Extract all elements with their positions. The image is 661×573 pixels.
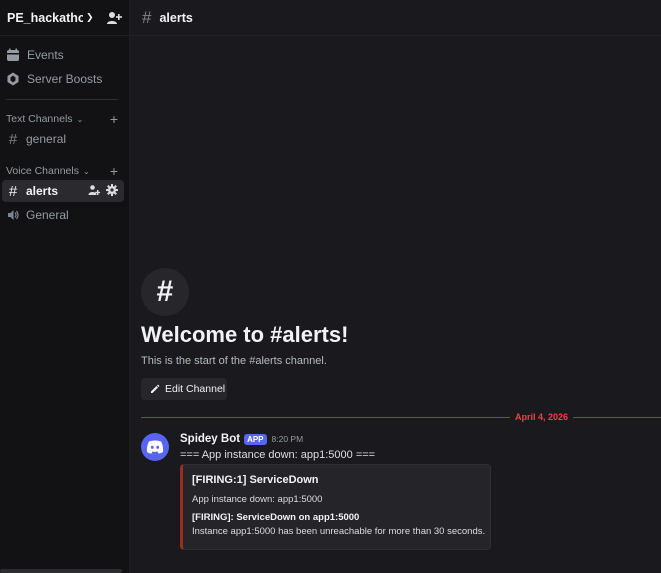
calendar-icon xyxy=(7,48,19,61)
date-divider: April 4, 2026 xyxy=(510,412,574,422)
add-channel-icon[interactable]: + xyxy=(110,163,118,179)
category-text-channels[interactable]: Text Channels ⌄ + xyxy=(6,111,124,127)
sidebar-item-label: Events xyxy=(27,48,64,62)
add-channel-icon[interactable]: + xyxy=(110,111,118,127)
discord-logo-icon xyxy=(146,440,164,454)
category-label: Voice Channels xyxy=(6,165,79,177)
channel-sidebar: PE_hackatho... ❯ Events Server Boosts Te… xyxy=(0,0,130,573)
channel-header: # alerts xyxy=(130,0,661,36)
hash-icon: # xyxy=(8,182,18,200)
chevron-down-icon: ⌄ xyxy=(82,166,90,176)
avatar[interactable] xyxy=(141,433,169,461)
message-timestamp: 8:20 PM xyxy=(271,434,304,444)
server-name: PE_hackatho... xyxy=(7,10,83,25)
invite-icon[interactable] xyxy=(88,184,100,196)
pencil-icon xyxy=(151,384,160,393)
message-header: Spidey Bot APP 8:20 PM xyxy=(180,433,303,445)
server-header[interactable]: PE_hackatho... ❯ xyxy=(0,0,130,36)
embed-description: App instance down: app1:5000 xyxy=(192,494,323,505)
category-label: Text Channels xyxy=(6,113,73,125)
chevron-down-icon: ⌄ xyxy=(76,114,84,124)
welcome-subtitle: This is the start of the #alerts channel… xyxy=(141,355,327,367)
welcome-title: Welcome to #alerts! xyxy=(141,322,349,347)
gear-icon[interactable] xyxy=(106,184,118,196)
embed-title: [FIRING:1] ServiceDown xyxy=(192,474,319,486)
message-embed: [FIRING:1] ServiceDown App instance down… xyxy=(180,464,491,550)
message-text: === App instance down: app1:5000 === xyxy=(180,449,376,461)
add-member-icon[interactable] xyxy=(106,10,122,26)
embed-field-title: [FIRING]: ServiceDown on app1:5000 xyxy=(192,512,360,523)
channel-title: alerts xyxy=(159,10,193,25)
speaker-icon xyxy=(8,210,19,220)
embed-field-text: Instance app1:5000 has been unreachable … xyxy=(192,526,486,537)
chevron-down-icon: ❯ xyxy=(86,12,94,22)
boost-icon xyxy=(7,72,19,86)
date-divider-line xyxy=(141,417,661,418)
channel-general-voice[interactable]: General xyxy=(2,204,124,226)
edit-channel-button[interactable]: Edit Channel xyxy=(141,378,227,400)
sidebar-divider xyxy=(6,99,118,100)
sidebar-item-label: Server Boosts xyxy=(27,72,103,86)
category-voice-channels[interactable]: Voice Channels ⌄ + xyxy=(6,163,124,179)
channel-label: alerts xyxy=(26,184,59,198)
hash-icon: # xyxy=(8,130,18,148)
sidebar-item-events[interactable]: Events xyxy=(6,44,124,66)
message-author[interactable]: Spidey Bot xyxy=(180,433,240,445)
channel-general[interactable]: # general xyxy=(2,128,124,150)
channel-alerts[interactable]: # alerts xyxy=(2,180,124,202)
hash-icon: # xyxy=(142,7,152,27)
app-badge: APP xyxy=(244,433,267,445)
channel-label: General xyxy=(26,208,69,222)
edit-channel-label: Edit Channel xyxy=(165,383,226,395)
channel-label: general xyxy=(26,132,67,146)
hash-icon: # xyxy=(141,268,189,316)
sidebar-item-server-boosts[interactable]: Server Boosts xyxy=(6,68,124,90)
sidebar-scrollbar[interactable] xyxy=(0,569,122,573)
